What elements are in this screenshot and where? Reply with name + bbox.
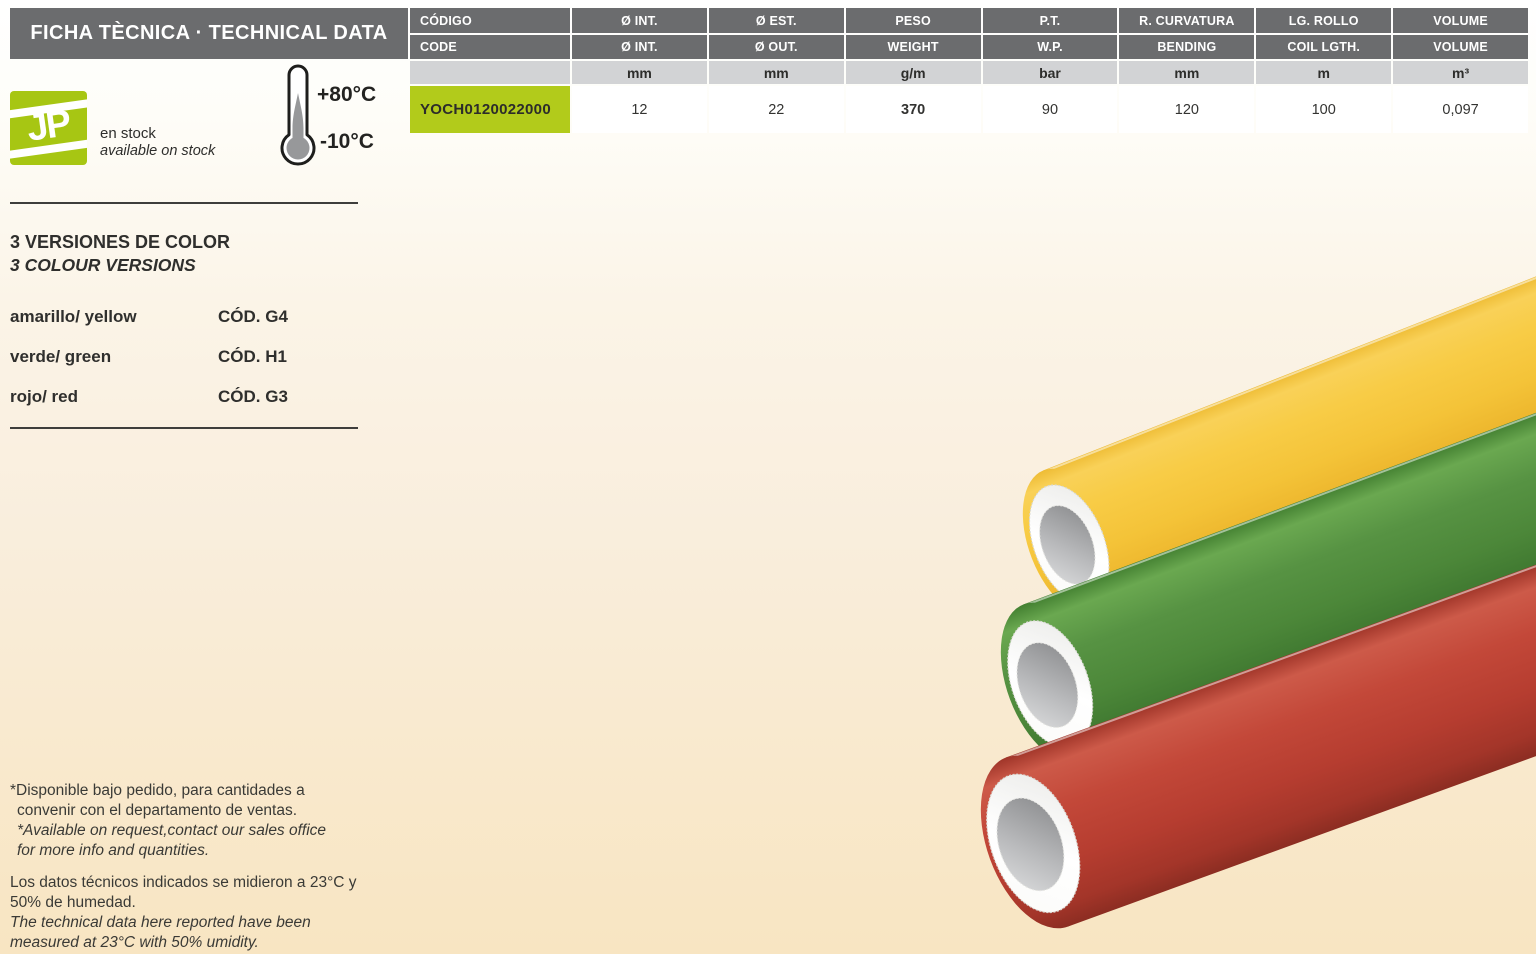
colour-code: CÓD. G3 [218,387,288,407]
table-header-en: WEIGHT [846,35,981,59]
table-unit-cell: mm [1119,61,1254,84]
footnote-line: *Disponible bajo pedido, para cantidades… [10,781,357,801]
table-header-en: VOLUME [1393,35,1528,59]
colour-versions-title-es: 3 VERSIONES DE COLOR [10,231,230,254]
colour-label: verde/ green [10,347,111,367]
table-header-es: VOLUME [1393,8,1528,33]
colour-versions-title-en: 3 COLOUR VERSIONS [10,254,230,277]
technical-data-table: CÓDIGO Ø INT. Ø EST. PESO P.T. R. CURVAT… [410,8,1528,133]
table-header-en: Ø INT. [572,35,707,59]
footnote-line: *Available on request,contact our sales … [10,821,357,841]
colour-version-row: amarillo/ yellow CÓD. G4 [10,307,340,329]
table-unit-cell: m [1256,61,1391,84]
temperature-min: -10°C [320,130,374,154]
table-value-cell: 0,097 [1393,86,1528,133]
table-unit-cell: g/m [846,61,981,84]
table-unit-cell: bar [983,61,1118,84]
table-header-en: CODE [410,35,570,59]
stock-text-es: en stock [100,125,215,143]
colour-version-row: rojo/ red CÓD. G3 [10,387,340,409]
jp-logo: JP [10,91,87,165]
table-value-cell: 12 [572,86,707,133]
colour-label: rojo/ red [10,387,78,407]
footnote-line: measured at 23°C with 50% umidity. [10,933,357,953]
table-header-es: CÓDIGO [410,8,570,33]
product-code-cell: YOCH0120022000 [410,86,570,133]
table-unit-cell [410,61,570,84]
colour-code: CÓD. H1 [218,347,287,367]
table-header-en: COIL LGTH. [1256,35,1391,59]
footnote-line: Los datos técnicos indicados se midieron… [10,873,357,893]
colour-code: CÓD. G4 [218,307,288,327]
table-header-es: R. CURVATURA [1119,8,1254,33]
table-header-es: PESO [846,8,981,33]
page-title: FICHA TÈCNICA · TECHNICAL DATA [10,8,408,59]
footnote-line: 50% de humedad. [10,893,357,913]
footnote-line: for more info and quantities. [10,841,357,861]
footnotes: *Disponible bajo pedido, para cantidades… [10,781,357,953]
stock-status: en stock available on stock [100,125,215,160]
divider-line [10,202,358,204]
technical-data-sheet: FICHA TÈCNICA · TECHNICAL DATA CÓDIGO Ø … [0,0,1536,954]
table-header-en: W.P. [983,35,1118,59]
table-header-en: BENDING [1119,35,1254,59]
table-unit-cell: mm [572,61,707,84]
table-header-en: Ø OUT. [709,35,844,59]
colour-versions-title: 3 VERSIONES DE COLOR 3 COLOUR VERSIONS [10,231,230,277]
footnote-line: The technical data here reported have be… [10,913,357,933]
colour-version-row: verde/ green CÓD. H1 [10,347,340,369]
table-unit-cell: mm [709,61,844,84]
table-value-cell: 370 [846,86,981,133]
table-value-cell: 22 [709,86,844,133]
stock-text-en: available on stock [100,143,215,160]
page-title-text: FICHA TÈCNICA · TECHNICAL DATA [30,22,387,45]
table-header-es: P.T. [983,8,1118,33]
table-header-es: Ø INT. [572,8,707,33]
thermometer-icon [276,60,320,170]
colour-label: amarillo/ yellow [10,307,137,327]
temperature-max: +80°C [317,83,376,107]
table-value-cell: 100 [1256,86,1391,133]
footnote-line: convenir con el departamento de ventas. [10,801,357,821]
jp-logo-inner: JP [10,91,87,165]
divider-line [10,427,358,429]
table-header-es: Ø EST. [709,8,844,33]
table-unit-cell: m³ [1393,61,1528,84]
table-value-cell: 90 [983,86,1118,133]
table-header-es: LG. ROLLO [1256,8,1391,33]
table-value-cell: 120 [1119,86,1254,133]
